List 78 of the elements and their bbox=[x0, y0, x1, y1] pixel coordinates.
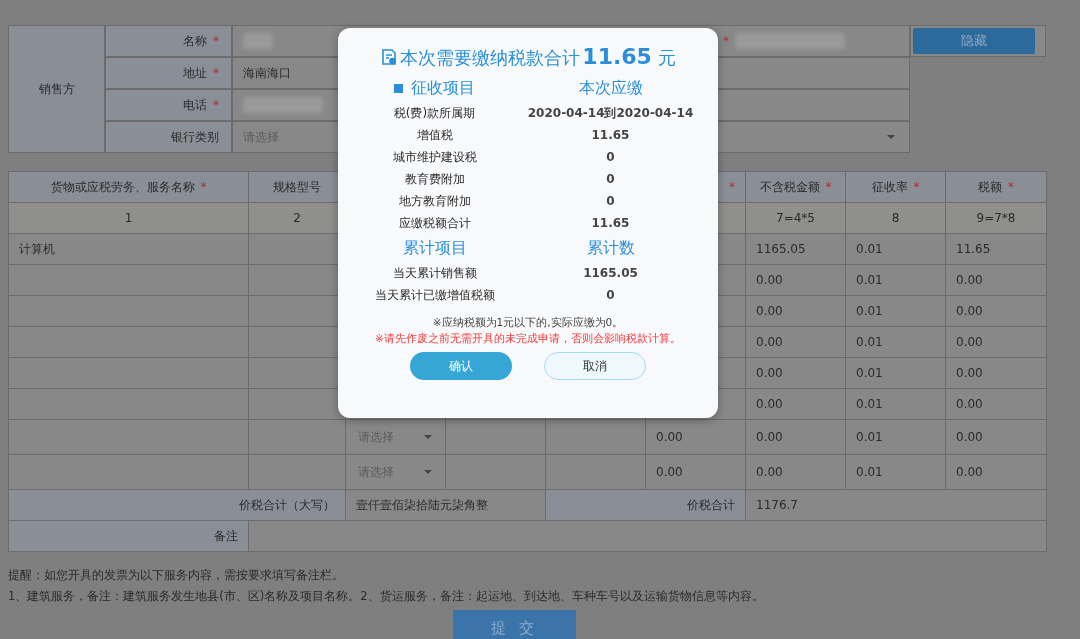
table-cell: 0.00 bbox=[745, 357, 846, 389]
table-cell: 0.01 bbox=[845, 454, 946, 490]
table-cell: 0.00 bbox=[745, 454, 846, 490]
item-value: 0 bbox=[606, 194, 615, 208]
table-cell: 1176.7 bbox=[745, 489, 1047, 521]
document-icon bbox=[380, 48, 399, 66]
table-cell: 0.01 bbox=[845, 264, 946, 296]
column-header: 不含税金额 * bbox=[745, 171, 846, 203]
item-label: 增值税 bbox=[416, 126, 453, 144]
item-value: 2020-04-14到2020-04-14 bbox=[527, 104, 694, 122]
table-cell: 0.01 bbox=[845, 388, 946, 420]
square-icon bbox=[394, 83, 403, 93]
reminder-text: 提醒：如您开具的发票为以下服务内容，需按要求填写备注栏。 bbox=[8, 568, 345, 583]
table-cell: 壹仟壹佰柒拾陆元柒角整 bbox=[345, 489, 546, 521]
caret-icon bbox=[424, 435, 432, 439]
table-cell: 0.00 bbox=[945, 388, 1047, 420]
table-cell: 0.01 bbox=[845, 295, 946, 327]
table-cell: 11.65 bbox=[945, 233, 1047, 265]
table-cell: 0.00 bbox=[745, 264, 846, 296]
table-cell: 备注 bbox=[8, 520, 249, 552]
item-value: 0 bbox=[606, 288, 615, 302]
table-cell: 8 bbox=[845, 202, 946, 234]
column-header: 税额 * bbox=[945, 171, 1047, 203]
table-cell: 0.00 bbox=[745, 419, 846, 455]
table-cell: 0.01 bbox=[845, 419, 946, 455]
field-label: 电话 * bbox=[105, 89, 232, 121]
table-cell: 0.00 bbox=[645, 454, 746, 490]
hide-button[interactable]: 隐藏 bbox=[913, 28, 1035, 54]
caret-icon bbox=[424, 470, 432, 474]
table-cell: 1165.05 bbox=[745, 233, 846, 265]
table-cell: 0.00 bbox=[645, 419, 746, 455]
item-label: 当天累计销售额 bbox=[392, 264, 477, 282]
item-value: 1165.05 bbox=[583, 266, 638, 280]
note-text: ※应纳税额为1元以下的,实际应缴为0。 bbox=[431, 316, 625, 330]
table-cell: 0.01 bbox=[845, 233, 946, 265]
table-cell: 0.00 bbox=[745, 388, 846, 420]
item-label: 城市维护建设税 bbox=[392, 148, 477, 166]
item-label: 应缴税额合计 bbox=[398, 214, 471, 232]
warning-text: ※请先作废之前无需开具的未完成申请，否则会影响税款计算。 bbox=[374, 332, 682, 346]
remark-field[interactable] bbox=[248, 520, 1047, 552]
column-header: 征收率 * bbox=[845, 171, 946, 203]
table-cell: 价税合计（大写） bbox=[8, 489, 346, 521]
caret-icon bbox=[887, 135, 895, 139]
table-cell: 1 bbox=[8, 202, 249, 234]
item-value: 11.65 bbox=[591, 216, 630, 230]
section-header: 累计数 bbox=[586, 237, 635, 259]
reminder-text: 1、建筑服务，备注：建筑服务发生地县(市、区)名称及项目名称。2、货运服务，备注：起运地、到达地、车种车号以及运输货物信息等内容。 bbox=[8, 589, 765, 604]
item-label: 税(费)款所属期 bbox=[393, 104, 476, 122]
table-cell: 0.00 bbox=[945, 357, 1047, 389]
table-cell: 0.00 bbox=[745, 326, 846, 358]
field-label: 名称 * bbox=[105, 25, 232, 57]
item-label: 当天累计已缴增值税额 bbox=[374, 286, 495, 304]
field-label: 地址 * bbox=[105, 57, 232, 89]
table-cell: 价税合计 bbox=[545, 489, 746, 521]
table-cell: 0.01 bbox=[845, 357, 946, 389]
column-header: 货物或应税劳务、服务名称 * bbox=[8, 171, 249, 203]
table-cell: 0.00 bbox=[745, 295, 846, 327]
table-cell: 0.00 bbox=[945, 264, 1047, 296]
table-cell: 0.01 bbox=[845, 326, 946, 358]
section-header: 累计项目 bbox=[402, 237, 467, 259]
item-value: 0 bbox=[606, 150, 615, 164]
item-value: 11.65 bbox=[591, 128, 630, 142]
table-cell: 0.00 bbox=[945, 419, 1047, 455]
table-cell: 0.00 bbox=[945, 454, 1047, 490]
confirm-button[interactable]: 确认 bbox=[410, 352, 512, 380]
field-label: 银行类别 bbox=[105, 121, 232, 153]
submit-button[interactable]: 提 交 bbox=[453, 610, 576, 639]
table-cell: 计算机 bbox=[8, 233, 249, 265]
item-label: 教育费附加 bbox=[404, 170, 465, 188]
cancel-button[interactable]: 取消 bbox=[544, 352, 646, 380]
table-cell: 0.00 bbox=[945, 295, 1047, 327]
item-value: 0 bbox=[606, 172, 615, 186]
table-cell: 9=7*8 bbox=[945, 202, 1047, 234]
table-cell: 7=4*5 bbox=[745, 202, 846, 234]
item-label: 地方教育附加 bbox=[398, 192, 471, 210]
table-cell: 销售方 bbox=[8, 25, 105, 153]
required-mark: * bbox=[723, 34, 729, 48]
table-cell: 0.00 bbox=[945, 326, 1047, 358]
